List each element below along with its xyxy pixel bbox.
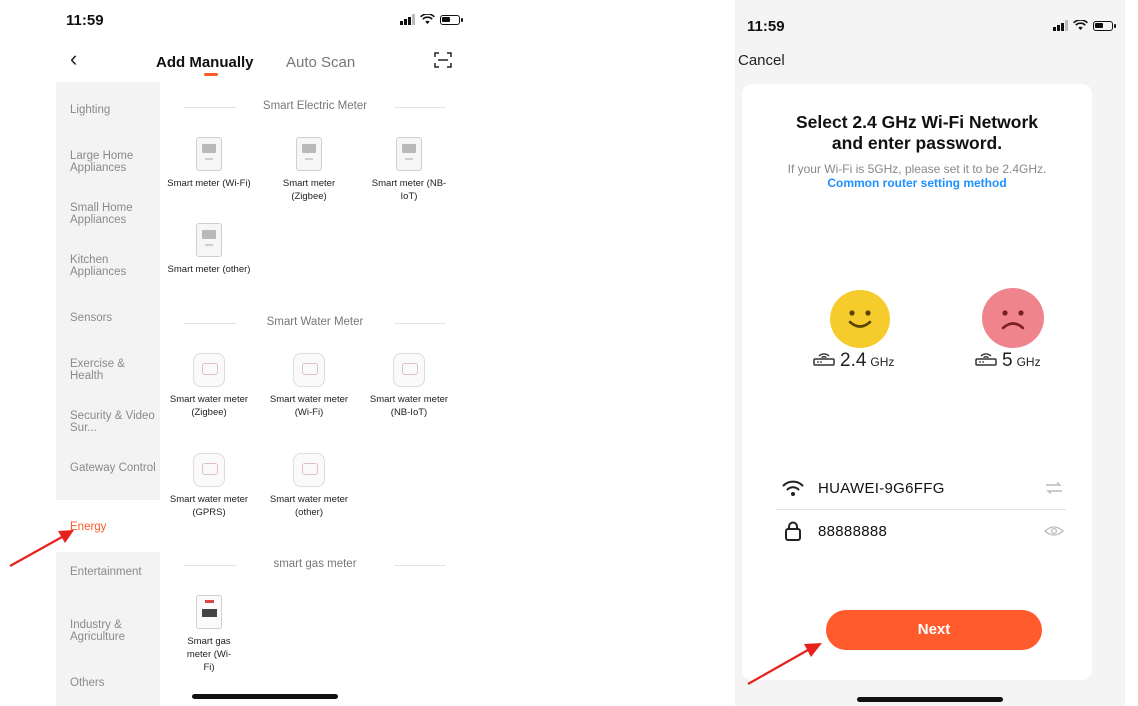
device-label: Smart water meter (Zigbee)	[169, 394, 249, 418]
section-title-water-meter: Smart Water Meter	[180, 316, 450, 328]
battery-icon	[1093, 20, 1116, 31]
device-smart-meter-other[interactable]: Smart meter (other)	[164, 220, 254, 276]
home-indicator	[192, 694, 338, 699]
sidebar-item-security-video[interactable]: Security & Video Sur...	[70, 410, 156, 434]
lock-icon	[785, 521, 801, 541]
section-title-electric-meter: Smart Electric Meter	[180, 100, 450, 112]
wifi-status-icon	[1073, 20, 1088, 30]
water-meter-icon	[192, 350, 226, 390]
wifi-network-name: HUAWEI-9G6FFG	[818, 479, 945, 497]
device-label: Smart water meter (NB-IoT)	[369, 394, 449, 418]
switch-network-icon[interactable]	[1044, 481, 1064, 495]
frequency-2-4ghz: 2.4 GHz	[812, 350, 894, 372]
device-label: Smart meter (Zigbee)	[282, 178, 336, 202]
status-bar: 11:59	[56, 12, 472, 36]
electric-meter-icon	[192, 220, 226, 260]
chevron-left-icon[interactable]: ‹	[70, 46, 77, 72]
right-phone-screen: 11:59 Cancel Select 2.4 GHz Wi-Fi Networ…	[735, 0, 1125, 706]
sidebar-item-lighting[interactable]: Lighting	[70, 104, 156, 116]
device-smart-water-meter-wifi[interactable]: Smart water meter (Wi-Fi)	[264, 350, 354, 419]
sidebar-item-exercise-health[interactable]: Exercise & Health	[70, 358, 156, 382]
tab-auto-scan[interactable]: Auto Scan	[286, 54, 355, 71]
device-label: Smart meter (Wi-Fi)	[167, 178, 251, 189]
tab-add-manually[interactable]: Add Manually	[156, 54, 254, 71]
signal-icon	[1053, 20, 1068, 31]
device-label: Smart water meter (other)	[269, 494, 349, 518]
sidebar-item-sensors[interactable]: Sensors	[70, 312, 156, 324]
category-sidebar: Lighting Large Home Appliances Small Hom…	[56, 82, 160, 706]
device-list: Smart Electric Meter Smart meter (Wi-Fi)…	[160, 82, 472, 706]
eye-icon[interactable]	[1044, 524, 1064, 538]
section-title-gas-meter: smart gas meter	[180, 558, 450, 570]
sidebar-item-others[interactable]: Others	[70, 677, 156, 689]
frequency-unit: GHz	[1016, 355, 1041, 369]
field-divider	[776, 509, 1066, 510]
password-value: 88888888	[818, 522, 888, 540]
device-smart-meter-nb-iot[interactable]: Smart meter (NB-IoT)	[364, 134, 454, 203]
device-smart-water-meter-gprs[interactable]: Smart water meter (GPRS)	[164, 450, 254, 519]
device-label: Smart meter (NB-IoT)	[371, 178, 447, 202]
water-meter-icon	[292, 350, 326, 390]
password-field[interactable]: 88888888	[776, 511, 1066, 551]
status-time: 11:59	[747, 18, 785, 35]
page-title: Select 2.4 GHz Wi-Fi Network and enter p…	[742, 112, 1092, 154]
signal-icon	[400, 14, 415, 25]
home-indicator	[857, 697, 1003, 702]
router-setting-link[interactable]: Common router setting method	[827, 176, 1006, 190]
status-icons	[1053, 20, 1116, 31]
sidebar-item-large-home-appliances[interactable]: Large Home Appliances	[70, 150, 156, 174]
device-smart-gas-meter-wifi[interactable]: Smart gas meter (Wi-Fi)	[164, 592, 254, 674]
device-label: Smart water meter (GPRS)	[169, 494, 249, 518]
sidebar-item-kitchen-appliances[interactable]: Kitchen Appliances	[70, 254, 156, 278]
water-meter-icon	[292, 450, 326, 490]
frequency-value: 2.4	[840, 350, 867, 371]
water-meter-icon	[392, 350, 426, 390]
wifi-hint-text: If your Wi-Fi is 5GHz, please set it to …	[787, 162, 1047, 176]
device-smart-water-meter-zigbee[interactable]: Smart water meter (Zigbee)	[164, 350, 254, 419]
title-line-1: Select 2.4 GHz Wi-Fi Network	[796, 112, 1038, 132]
device-label: Smart gas meter (Wi-Fi)	[186, 636, 232, 673]
status-bar: 11:59	[735, 12, 1125, 36]
next-button[interactable]: Next	[826, 610, 1042, 650]
device-label: Smart water meter (Wi-Fi)	[269, 394, 349, 418]
frequency-unit: GHz	[870, 355, 895, 369]
wifi-status-icon	[420, 14, 435, 24]
active-tab-indicator	[204, 73, 218, 76]
router-icon	[975, 353, 997, 366]
electric-meter-icon	[192, 134, 226, 174]
device-smart-meter-wifi[interactable]: Smart meter (Wi-Fi)	[164, 134, 254, 190]
electric-meter-icon	[292, 134, 326, 174]
device-smart-water-meter-other[interactable]: Smart water meter (other)	[264, 450, 354, 519]
scan-icon[interactable]	[434, 52, 452, 68]
device-label: Smart meter (other)	[167, 264, 251, 275]
title-line-2: and enter password.	[831, 133, 1003, 153]
router-icon	[813, 353, 835, 366]
top-navigation: ‹ Add Manually Auto Scan	[56, 46, 472, 78]
wifi-setup-card: Select 2.4 GHz Wi-Fi Network and enter p…	[742, 84, 1092, 680]
left-phone-screen: 11:59 ‹ Add Manually Auto Scan Lighting …	[56, 0, 472, 706]
device-smart-water-meter-nb-iot[interactable]: Smart water meter (NB-IoT)	[364, 350, 454, 419]
device-smart-meter-zigbee[interactable]: Smart meter (Zigbee)	[264, 134, 354, 203]
electric-meter-icon	[392, 134, 426, 174]
frequency-5ghz: 5 GHz	[974, 350, 1041, 372]
wifi-network-field[interactable]: HUAWEI-9G6FFG	[776, 468, 1066, 508]
sidebar-item-gateway-control[interactable]: Gateway Control	[70, 462, 156, 474]
happy-face-icon	[830, 290, 890, 348]
sidebar-item-industry-agriculture[interactable]: Industry & Agriculture	[70, 619, 156, 643]
sidebar-item-small-home-appliances[interactable]: Small Home Appliances	[70, 202, 156, 226]
water-meter-icon	[192, 450, 226, 490]
frequency-value: 5	[1002, 350, 1013, 371]
cancel-button[interactable]: Cancel	[738, 52, 785, 69]
gas-meter-icon	[192, 592, 226, 632]
battery-icon	[440, 14, 463, 25]
wifi-hint: If your Wi-Fi is 5GHz, please set it to …	[762, 162, 1072, 190]
status-time: 11:59	[66, 12, 104, 29]
wifi-icon	[782, 480, 804, 496]
sad-face-icon	[982, 288, 1044, 348]
annotation-arrow-next	[747, 643, 822, 685]
annotation-arrow-energy	[9, 530, 74, 567]
status-icons	[400, 14, 463, 25]
